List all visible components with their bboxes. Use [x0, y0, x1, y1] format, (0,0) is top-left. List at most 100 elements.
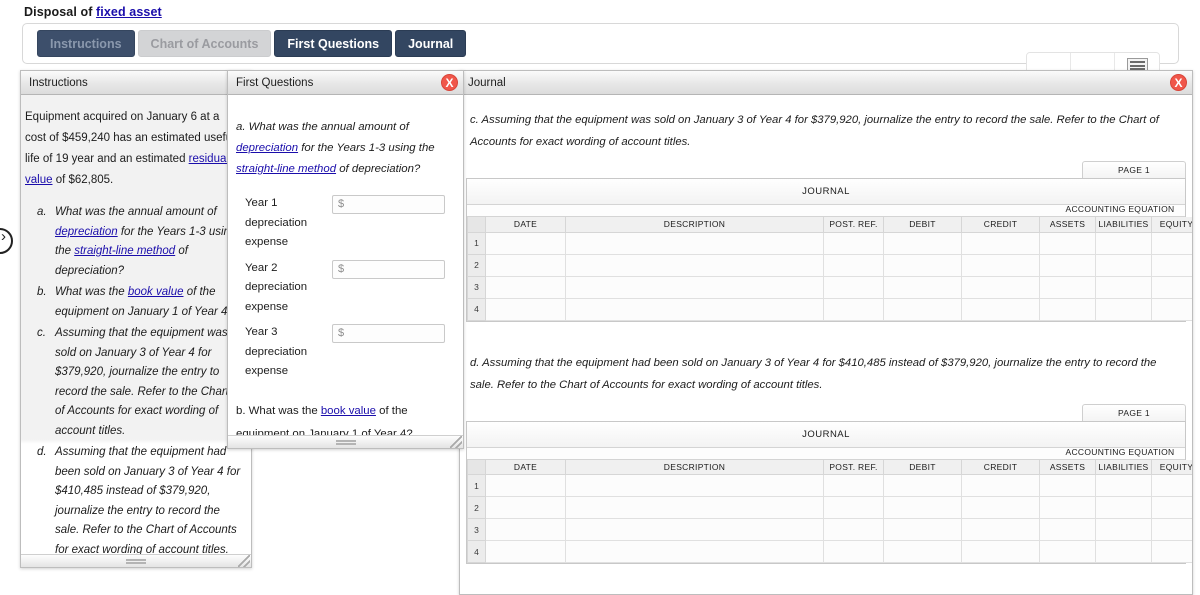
cell-post-ref[interactable] [823, 297, 884, 321]
cell-assets[interactable] [1039, 496, 1096, 519]
cell-debit[interactable] [883, 540, 962, 563]
cell-date[interactable] [485, 496, 566, 519]
cell-liabilities[interactable] [1095, 496, 1152, 519]
panel-expand-arrow-icon[interactable] [0, 228, 13, 254]
cell-assets[interactable] [1039, 253, 1096, 277]
year-3-depreciation-input[interactable] [349, 325, 442, 342]
tab-chart-of-accounts[interactable]: Chart of Accounts [137, 30, 272, 57]
cell-post-ref[interactable] [823, 496, 884, 519]
cell-credit[interactable] [961, 231, 1040, 255]
depreciation-link[interactable]: depreciation [55, 226, 118, 238]
cell-date[interactable] [485, 231, 566, 255]
cell-equity[interactable] [1151, 474, 1192, 497]
cell-debit[interactable] [883, 231, 962, 255]
cell-debit[interactable] [883, 518, 962, 541]
cell-equity[interactable] [1151, 253, 1192, 277]
cell-debit[interactable] [883, 496, 962, 519]
cell-credit[interactable] [961, 518, 1040, 541]
close-icon[interactable]: X [441, 74, 458, 91]
cell-date[interactable] [485, 297, 566, 321]
cell-post-ref[interactable] [823, 540, 884, 563]
cell-date[interactable] [485, 275, 566, 299]
cell-equity[interactable] [1151, 518, 1192, 541]
year-2-input-wrap[interactable]: $ [332, 259, 445, 279]
cell-description[interactable] [565, 253, 824, 277]
question-b-text: b. What was the book value of the equipm… [236, 400, 455, 436]
cell-post-ref[interactable] [823, 275, 884, 299]
cell-debit[interactable] [883, 275, 962, 299]
cell-description[interactable] [565, 297, 824, 321]
journal-table-wrap-d: JOURNAL ACCOUNTING EQUATION DATE DESCRIP… [466, 420, 1192, 564]
cell-credit[interactable] [961, 496, 1040, 519]
tab-first-questions[interactable]: First Questions [274, 30, 393, 57]
cell-description[interactable] [565, 474, 824, 497]
dollar-sign-icon: $ [338, 327, 345, 339]
cell-liabilities[interactable] [1095, 474, 1152, 497]
cell-equity[interactable] [1151, 540, 1192, 563]
first-questions-resize-bar[interactable] [228, 435, 463, 448]
cell-liabilities[interactable] [1095, 275, 1152, 299]
instructions-resize-bar[interactable] [21, 554, 251, 567]
cell-equity[interactable] [1151, 275, 1192, 299]
col-post-ref: POST. REF. [823, 217, 884, 233]
cell-credit[interactable] [961, 297, 1040, 321]
depreciation-link[interactable]: depreciation [236, 142, 298, 154]
item-marker: b. [37, 286, 47, 298]
row-number: 3 [467, 518, 486, 541]
cell-liabilities[interactable] [1095, 518, 1152, 541]
year-3-input-wrap[interactable]: $ [332, 324, 445, 343]
cell-debit[interactable] [883, 297, 962, 321]
page-tab[interactable]: PAGE 1 [1082, 161, 1186, 178]
cell-post-ref[interactable] [823, 253, 884, 277]
straight-line-method-link[interactable]: straight-line method [74, 245, 175, 257]
fixed-asset-link[interactable]: fixed asset [96, 5, 162, 19]
cell-assets[interactable] [1039, 540, 1096, 563]
cell-liabilities[interactable] [1095, 253, 1152, 277]
cell-post-ref[interactable] [823, 474, 884, 497]
cell-debit[interactable] [883, 253, 962, 277]
cell-description[interactable] [565, 231, 824, 255]
cell-assets[interactable] [1039, 474, 1096, 497]
tab-journal[interactable]: Journal [395, 30, 467, 57]
year-1-depreciation-input[interactable] [349, 196, 442, 213]
cell-credit[interactable] [961, 540, 1040, 563]
cell-credit[interactable] [961, 275, 1040, 299]
cell-assets[interactable] [1039, 297, 1096, 321]
year-2-depreciation-input[interactable] [349, 260, 442, 278]
cell-description[interactable] [565, 496, 824, 519]
cell-liabilities[interactable] [1095, 540, 1152, 563]
col-description: DESCRIPTION [565, 459, 824, 475]
tab-instructions[interactable]: Instructions [37, 30, 135, 57]
book-value-link[interactable]: book value [321, 405, 376, 417]
year-1-input-wrap[interactable]: $ [332, 195, 445, 214]
cell-post-ref[interactable] [823, 518, 884, 541]
cell-date[interactable] [485, 540, 566, 563]
row-number: 4 [467, 540, 486, 563]
cell-post-ref[interactable] [823, 231, 884, 255]
cell-description[interactable] [565, 518, 824, 541]
book-value-link[interactable]: book value [128, 286, 184, 298]
cell-date[interactable] [485, 518, 566, 541]
cell-equity[interactable] [1151, 496, 1192, 519]
cell-liabilities[interactable] [1095, 297, 1152, 321]
cell-credit[interactable] [961, 474, 1040, 497]
cell-assets[interactable] [1039, 231, 1096, 255]
table-row: 2 [467, 496, 1192, 519]
cell-equity[interactable] [1151, 231, 1192, 255]
cell-description[interactable] [565, 540, 824, 563]
cell-date[interactable] [485, 474, 566, 497]
page-tab[interactable]: PAGE 1 [1082, 403, 1186, 421]
cell-assets[interactable] [1039, 275, 1096, 299]
cell-credit[interactable] [961, 253, 1040, 277]
cell-equity[interactable] [1151, 297, 1192, 321]
cell-description[interactable] [565, 275, 824, 299]
cell-liabilities[interactable] [1095, 231, 1152, 255]
resize-corner-icon[interactable] [238, 555, 250, 567]
straight-line-method-link[interactable]: straight-line method [236, 163, 336, 175]
cell-date[interactable] [485, 253, 566, 277]
row-number: 2 [467, 496, 486, 519]
cell-assets[interactable] [1039, 518, 1096, 541]
resize-corner-icon[interactable] [450, 436, 462, 448]
close-icon[interactable]: X [1170, 74, 1187, 91]
cell-debit[interactable] [883, 474, 962, 497]
